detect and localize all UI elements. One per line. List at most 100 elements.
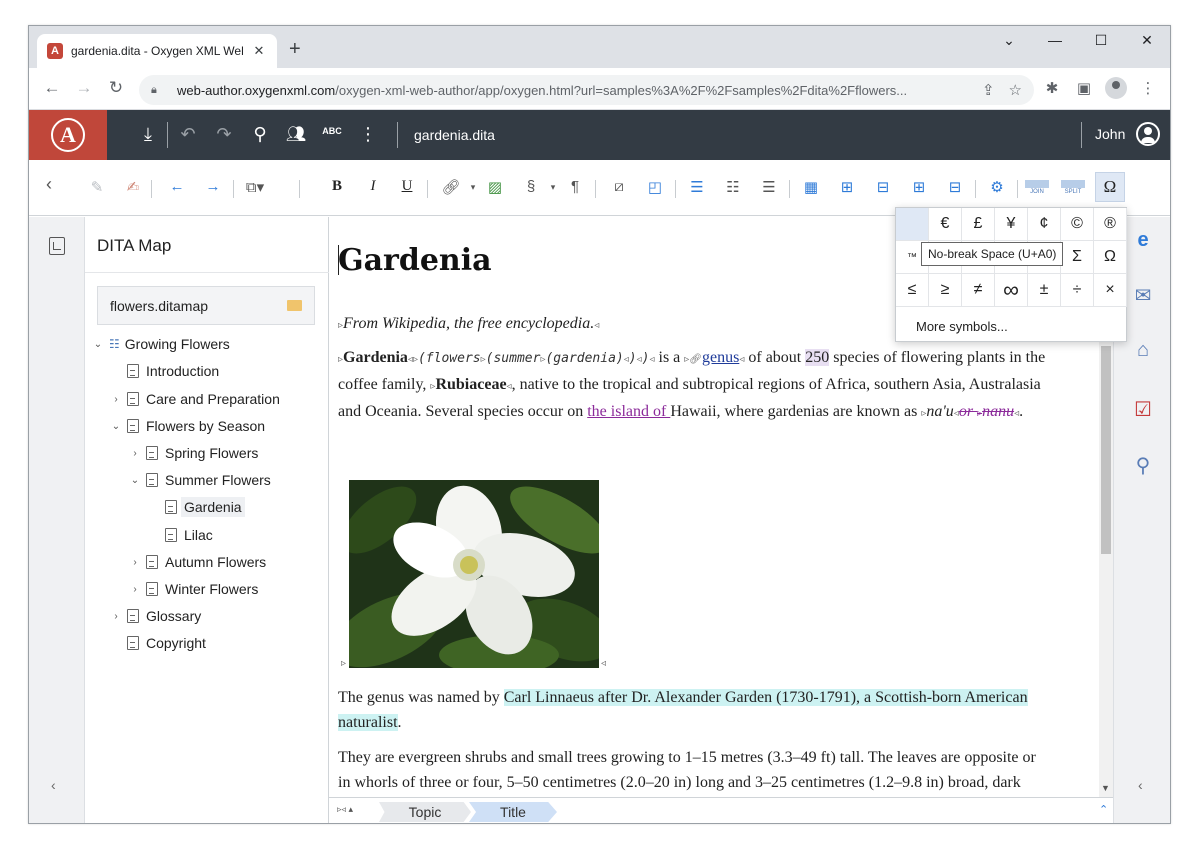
url-field[interactable]: 🔒︎ web-author.oxygenxml.com/oxygen-xml-w… (139, 75, 1034, 105)
download-icon[interactable]: ⤓ (135, 124, 161, 145)
breadcrumb-topic[interactable]: Topic (379, 802, 471, 822)
expand-up-icon[interactable]: ⌃ (1099, 803, 1108, 816)
insert-list-item-icon[interactable]: ☰ (685, 178, 709, 196)
symbol-euro[interactable]: € (929, 208, 962, 241)
comments-icon[interactable]: ✉ (1130, 283, 1156, 309)
undo-icon[interactable]: ↶ (175, 124, 201, 145)
expand-chevron-icon[interactable]: ⌄ (109, 421, 123, 432)
insert-image-icon[interactable]: ▨ (483, 178, 507, 196)
symbol-greater-equal[interactable]: ≥ (929, 274, 962, 307)
open-folder-icon[interactable] (287, 300, 302, 311)
symbol-copyright[interactable]: © (1061, 208, 1094, 241)
reload-icon[interactable]: ↻ (105, 78, 127, 98)
symbol-nbsp[interactable] (896, 208, 929, 241)
symbol-divide[interactable]: ÷ (1061, 274, 1094, 307)
tree-item-care-and-preparation[interactable]: › Care and Preparation (109, 387, 280, 411)
insert-section-button[interactable]: § (519, 178, 543, 195)
collapse-left-panel-icon[interactable]: ‹ (51, 777, 56, 793)
side-panel-icon[interactable]: ▣ (1073, 79, 1095, 97)
island-link[interactable]: the island of (587, 403, 670, 420)
collapse-right-panel-icon[interactable]: ‹ (1138, 777, 1143, 793)
expand-chevron-icon[interactable]: › (128, 584, 142, 595)
ordered-list-icon[interactable]: ☷ (721, 178, 745, 196)
tree-item-spring-flowers[interactable]: › Spring Flowers (128, 441, 258, 465)
symbol-omega[interactable]: Ω (1094, 241, 1127, 274)
link-icon[interactable]: 🔗︎ (439, 178, 463, 196)
redo-icon[interactable]: ↷ (211, 124, 237, 145)
topic-title[interactable]: Gardenia (338, 243, 492, 278)
symbol-plus-minus[interactable]: ± (1028, 274, 1061, 307)
section-dropdown-icon[interactable]: ▾ (541, 182, 565, 193)
paragraph-3[interactable]: They are evergreen shrubs and small tree… (338, 745, 1050, 797)
window-close-button[interactable]: ✕ (1124, 32, 1170, 49)
tags-icon[interactable]: ⌂ (1130, 339, 1156, 365)
delete-column-icon[interactable]: ⊟ (943, 178, 967, 196)
genus-link[interactable]: genus (702, 349, 739, 366)
tree-item-lilac[interactable]: Lilac (165, 523, 213, 547)
image-end-marker[interactable]: ◃ (601, 658, 606, 669)
profile-avatar-icon[interactable] (1105, 77, 1127, 99)
image-start-marker[interactable]: ▹ (341, 658, 346, 669)
join-cells-button[interactable]: JOIN (1025, 180, 1049, 195)
comment-icon[interactable]: ✍ (121, 178, 145, 196)
browser-menu-icon[interactable]: ⋮ (1137, 79, 1159, 97)
symbol-less-equal[interactable]: ≤ (896, 274, 929, 307)
paste-menu-icon[interactable]: ⧉▾ (243, 178, 267, 196)
gardenia-image[interactable] (349, 480, 599, 668)
minimize-button[interactable]: — (1032, 32, 1078, 48)
tab-search-dropdown-icon[interactable]: ⌄ (986, 32, 1032, 49)
delete-row-icon[interactable]: ⊟ (871, 178, 895, 196)
tree-item-autumn-flowers[interactable]: › Autumn Flowers (128, 550, 266, 574)
tree-item-growing-flowers[interactable]: ⌄ ☷ Growing Flowers (91, 332, 230, 356)
paragraph-1[interactable]: ▹Gardenia◃▹(flowers▹(summer▹(gardenia)◃)… (338, 345, 1050, 426)
validation-check-icon[interactable]: ☑ (1130, 397, 1156, 423)
tree-item-gardenia[interactable]: Gardenia (165, 495, 245, 519)
underline-button[interactable]: U (395, 178, 419, 195)
italic-button[interactable]: I (361, 178, 385, 195)
symbol-registered[interactable]: ® (1094, 208, 1127, 241)
review-search-icon[interactable]: ⚲ (1130, 453, 1156, 479)
symbol-infinity[interactable]: ∞ (995, 274, 1028, 307)
back-arrow-icon[interactable]: ← (41, 78, 63, 98)
collaboration-icon[interactable]: 👥︎ (283, 124, 309, 144)
expand-chevron-icon[interactable]: › (109, 394, 123, 405)
more-symbols-link[interactable]: More symbols... (916, 319, 1008, 334)
tags-display-toggle-icon[interactable]: ▹◃ ▴ (337, 804, 353, 815)
editor-scrollbar-thumb[interactable] (1101, 346, 1111, 554)
insert-column-icon[interactable]: ⊞ (907, 178, 931, 196)
more-actions-icon[interactable]: ⋮ (355, 124, 381, 145)
expand-chevron-icon[interactable]: ⌄ (128, 475, 142, 486)
paragraph-2[interactable]: The genus was named by Carl Linnaeus aft… (338, 685, 1050, 735)
scroll-down-icon[interactable]: ▼ (1101, 783, 1110, 793)
tree-item-introduction[interactable]: Introduction (127, 359, 219, 383)
insert-symbol-button[interactable]: Ω (1095, 172, 1125, 202)
previous-change-icon[interactable]: ← (165, 178, 189, 195)
expand-chevron-icon[interactable]: ⌄ (91, 339, 105, 350)
track-changes-icon[interactable]: ✎ (85, 178, 109, 196)
tab-close-icon[interactable]: ✕ (251, 43, 267, 59)
tree-item-glossary[interactable]: › Glossary (109, 604, 201, 628)
symbol-pound[interactable]: £ (962, 208, 995, 241)
link-dropdown-icon[interactable]: ▾ (461, 182, 485, 193)
forward-arrow-icon[interactable]: → (73, 78, 95, 98)
oxygen-logo[interactable]: A (29, 110, 107, 160)
maximize-button[interactable]: ☐ (1078, 32, 1124, 49)
insert-table-icon[interactable]: ▦ (799, 178, 823, 196)
symbol-multiply[interactable]: × (1094, 274, 1127, 307)
dita-map-icon[interactable] (49, 237, 65, 255)
tag-end-marker[interactable]: ◃ (594, 320, 599, 331)
insert-paragraph-button[interactable]: ¶ (563, 178, 587, 195)
breadcrumb-title[interactable]: Title (469, 802, 557, 822)
insert-reference-icon[interactable]: ◰ (643, 178, 667, 196)
bold-button[interactable]: B (325, 178, 349, 195)
tree-item-copyright[interactable]: Copyright (127, 631, 206, 655)
bookmark-star-icon[interactable]: ☆ (1009, 81, 1022, 99)
browser-tab[interactable]: A gardenia.dita - Oxygen XML Wel ✕ (37, 34, 277, 68)
expand-chevron-icon[interactable]: › (109, 611, 123, 622)
user-avatar-icon[interactable] (1136, 122, 1160, 146)
symbol-yen[interactable]: ¥ (995, 208, 1028, 241)
split-cell-button[interactable]: SPLIT (1061, 180, 1085, 195)
expand-chevron-icon[interactable]: › (128, 557, 142, 568)
table-properties-icon[interactable]: ⚙ (985, 178, 1009, 196)
ditamap-file-field[interactable]: flowers.ditamap (97, 286, 315, 325)
